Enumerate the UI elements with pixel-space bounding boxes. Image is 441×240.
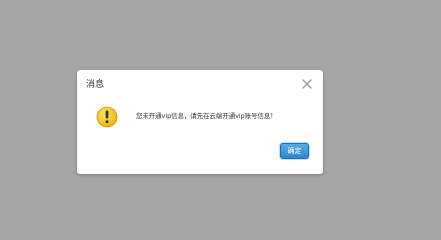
warning-icon: [96, 106, 118, 128]
dialog-title: 消息: [86, 80, 105, 90]
dialog-message: 您未开通vip信息，请先在云端开通vip账号信息！: [136, 112, 277, 120]
message-dialog: 消息 您未开通vip信息，请先在云端开通vip账号信息！ 确定: [77, 70, 323, 174]
close-icon: [302, 79, 312, 89]
ok-button[interactable]: 确定: [280, 143, 309, 159]
close-button[interactable]: [301, 78, 313, 90]
